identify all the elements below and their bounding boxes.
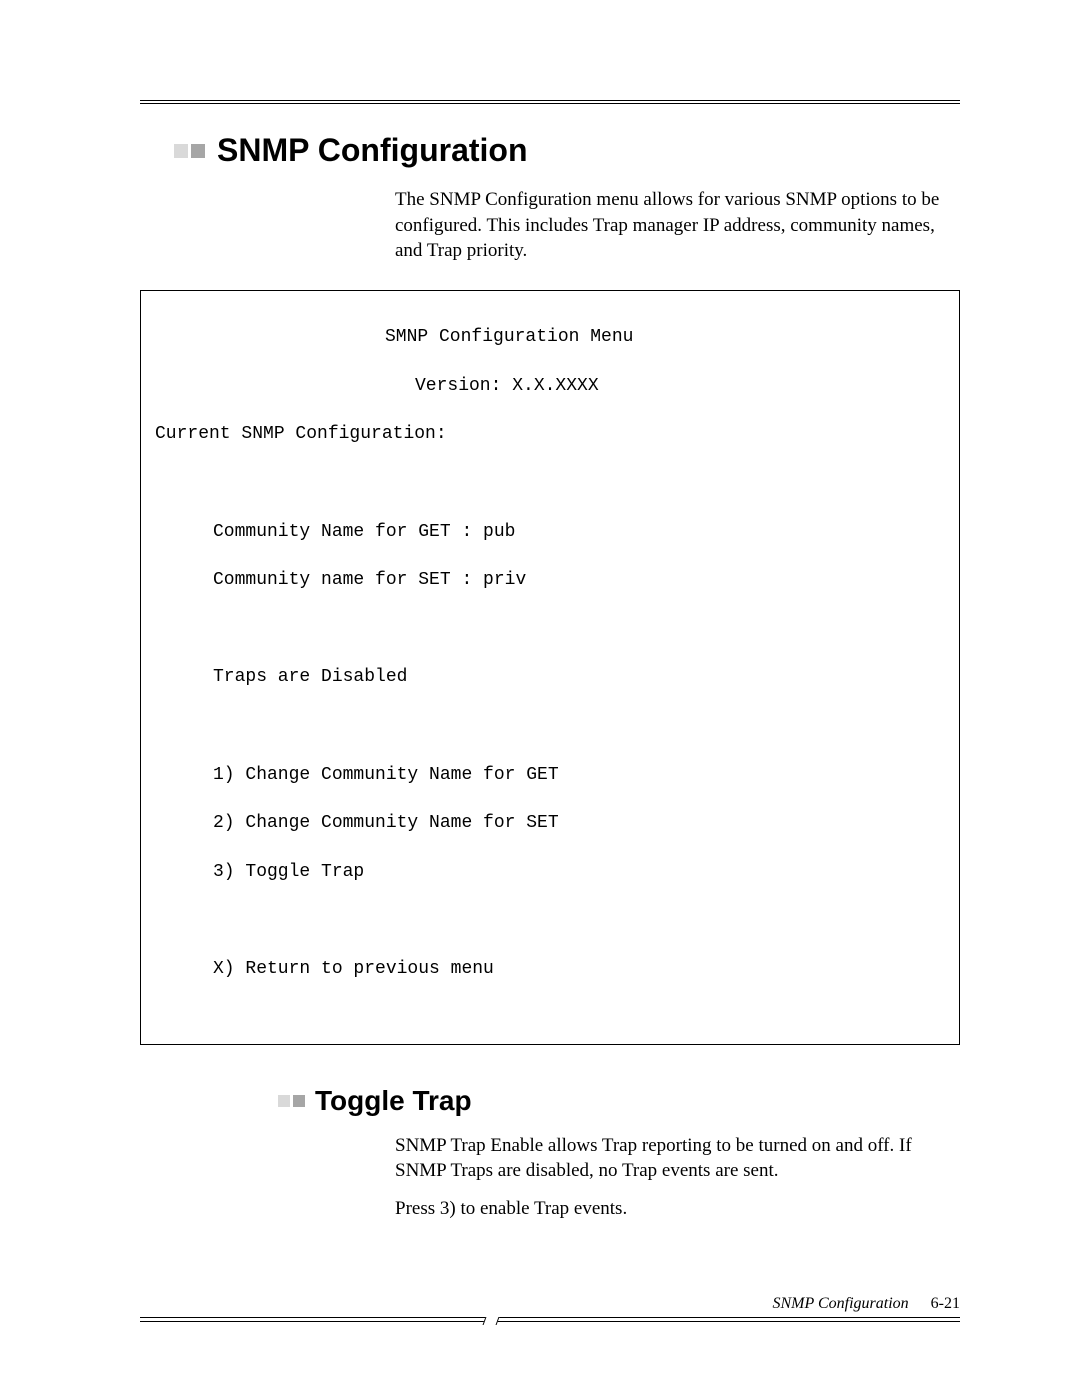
menu-version: Version: X.X.XXXX xyxy=(415,374,945,398)
heading-2: Toggle Trap xyxy=(315,1085,472,1117)
page-footer: SNMP Configuration 6-21 xyxy=(140,1295,960,1327)
footer-text: SNMP Configuration 6-21 xyxy=(140,1295,960,1313)
heading-bullet-icon xyxy=(278,1095,305,1107)
toggle-trap-p2: Press 3) to enable Trap events. xyxy=(395,1196,950,1222)
heading-bullet-icon xyxy=(174,144,205,158)
traps-status: Traps are Disabled xyxy=(213,665,945,689)
page: SNMP Configuration The SNMP Configuratio… xyxy=(0,0,1080,1397)
menu-option-3: 3) Toggle Trap xyxy=(213,860,945,884)
menu-option-2: 2) Change Community Name for SET xyxy=(213,811,945,835)
community-set: Community name for SET : priv xyxy=(213,568,945,592)
community-get: Community Name for GET : pub xyxy=(213,520,945,544)
current-config-label: Current SNMP Configuration: xyxy=(155,422,945,446)
menu-option-1: 1) Change Community Name for GET xyxy=(213,763,945,787)
menu-title: SMNP Configuration Menu xyxy=(385,325,945,349)
footer-section-label: SNMP Configuration xyxy=(773,1295,909,1312)
top-rule xyxy=(140,100,960,104)
terminal-box: SMNP Configuration Menu Version: X.X.XXX… xyxy=(140,290,960,1045)
intro-paragraph: The SNMP Configuration menu allows for v… xyxy=(395,187,950,264)
toggle-trap-p1: SNMP Trap Enable allows Trap reporting t… xyxy=(395,1133,950,1184)
footer-rule xyxy=(140,1317,960,1327)
heading-2-row: Toggle Trap xyxy=(278,1085,960,1117)
heading-1-row: SNMP Configuration xyxy=(174,132,960,169)
heading-1: SNMP Configuration xyxy=(217,132,528,169)
footer-page-number: 6-21 xyxy=(931,1295,960,1312)
menu-option-x: X) Return to previous menu xyxy=(213,957,945,981)
